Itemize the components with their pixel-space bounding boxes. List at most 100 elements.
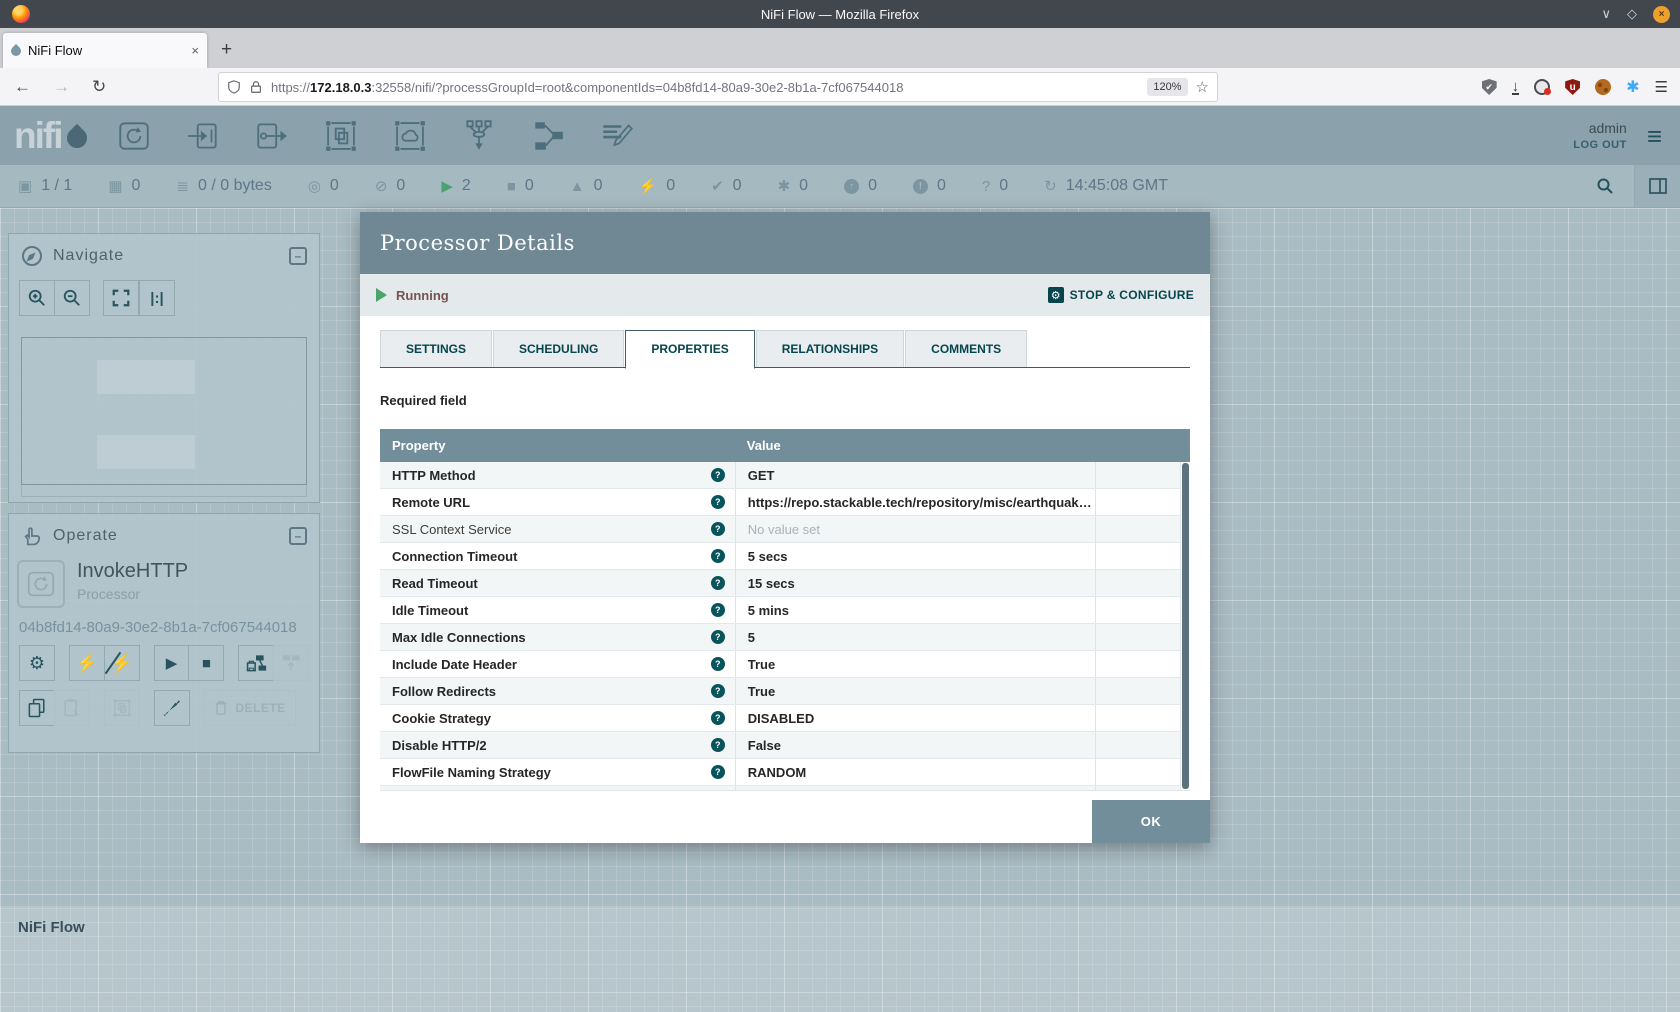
- table-row: Include Date Header? True: [380, 651, 1190, 678]
- processor-icon[interactable]: [109, 115, 159, 157]
- new-tab-button[interactable]: +: [221, 39, 232, 61]
- up-to-date-icon: ✔: [711, 177, 724, 195]
- navigate-panel: Navigate – |:|: [8, 233, 320, 503]
- help-icon[interactable]: ?: [711, 738, 725, 752]
- refresh-icon[interactable]: ↻: [1044, 177, 1057, 195]
- help-icon[interactable]: ?: [711, 657, 725, 671]
- tracking-shield-icon[interactable]: [227, 80, 241, 94]
- global-menu-icon[interactable]: ≡: [1647, 126, 1662, 146]
- url-bar[interactable]: https://172.18.0.3:32558/nifi/?processGr…: [218, 72, 1218, 102]
- zoom-in-button[interactable]: [19, 280, 55, 316]
- ublock-extension-icon[interactable]: u: [1565, 79, 1580, 95]
- queue-icon: ≣: [176, 177, 189, 195]
- help-icon[interactable]: ?: [711, 603, 725, 617]
- status-connected-nodes: ▣1 / 1: [18, 177, 72, 195]
- tab-close-icon[interactable]: ×: [191, 43, 199, 58]
- label-icon[interactable]: [592, 115, 642, 157]
- table-row: HTTP Method? GET: [380, 462, 1190, 489]
- status-not-transmitting: ⊘0: [375, 177, 405, 195]
- operate-collapse-button[interactable]: –: [289, 527, 307, 545]
- help-icon[interactable]: ?: [711, 684, 725, 698]
- tab-properties[interactable]: PROPERTIES: [625, 330, 754, 369]
- help-icon[interactable]: ?: [711, 630, 725, 644]
- browser-tab[interactable]: NiFi Flow ×: [3, 33, 207, 68]
- window-shade-icon[interactable]: ∨: [1601, 6, 1611, 22]
- stop-button[interactable]: ■: [188, 645, 224, 681]
- dialog-status-bar: Running ⚙ STOP & CONFIGURE: [360, 274, 1210, 316]
- component-toolbar: [109, 115, 642, 157]
- group-button[interactable]: [104, 690, 140, 726]
- funnel-icon[interactable]: [454, 115, 504, 157]
- cookie-extension-icon[interactable]: [1595, 79, 1611, 95]
- browser-menu-icon[interactable]: ☰: [1655, 78, 1668, 96]
- template-icon[interactable]: [523, 115, 573, 157]
- tab-settings[interactable]: SETTINGS: [380, 330, 492, 367]
- birdseye-minimap[interactable]: [21, 337, 307, 485]
- nifi-logo: nifi: [14, 115, 87, 157]
- logout-link[interactable]: LOG OUT: [1573, 139, 1627, 151]
- downloads-icon[interactable]: ↓: [1512, 80, 1520, 95]
- nifi-header: nifi: [0, 106, 1680, 165]
- start-button[interactable]: ▶: [154, 645, 190, 681]
- process-group-icon[interactable]: [316, 115, 366, 157]
- nifi-favicon-icon: [9, 43, 23, 57]
- invalid-icon: ▲: [570, 178, 585, 195]
- upload-template-button[interactable]: [273, 645, 309, 681]
- compass-icon: [21, 245, 43, 267]
- window-close-button[interactable]: ×: [1653, 6, 1670, 23]
- reload-button[interactable]: ↻: [92, 77, 106, 97]
- window-maximize-icon[interactable]: ◇: [1627, 6, 1637, 22]
- table-scrollbar[interactable]: [1180, 462, 1190, 790]
- threads-icon: ▦: [108, 177, 122, 195]
- configure-button[interactable]: ⚙: [19, 645, 55, 681]
- nifi-drop-icon: [63, 123, 91, 151]
- connection-lock-icon[interactable]: [249, 80, 263, 94]
- containers-extension-icon[interactable]: [1534, 79, 1550, 95]
- bookmark-star-icon[interactable]: ☆: [1196, 78, 1209, 96]
- disable-button[interactable]: ⚡: [104, 645, 140, 681]
- tab-relationships[interactable]: RELATIONSHIPS: [756, 330, 904, 367]
- help-icon[interactable]: ?: [711, 549, 725, 563]
- status-queued: ≣0 / 0 bytes: [176, 177, 271, 195]
- help-icon[interactable]: ?: [711, 576, 725, 590]
- search-icon[interactable]: [1596, 177, 1614, 195]
- table-row: Cookie Strategy? DISABLED: [380, 705, 1190, 732]
- colorful-extension-icon[interactable]: ✱: [1626, 77, 1639, 97]
- modified-stale-icon: !: [913, 179, 928, 194]
- tab-comments[interactable]: COMMENTS: [905, 330, 1027, 367]
- copy-button[interactable]: [19, 690, 55, 726]
- enable-button[interactable]: ⚡: [69, 645, 105, 681]
- remote-process-group-icon[interactable]: [385, 115, 435, 157]
- zoom-fit-button[interactable]: [103, 280, 139, 316]
- help-icon[interactable]: ?: [711, 522, 725, 536]
- breadcrumb[interactable]: NiFi Flow: [0, 906, 1680, 936]
- stop-and-configure-button[interactable]: ⚙ STOP & CONFIGURE: [1048, 287, 1194, 303]
- status-invalid: ▲0: [570, 177, 603, 195]
- help-icon[interactable]: ?: [711, 711, 725, 725]
- pocket-shield-icon[interactable]: ✔: [1482, 79, 1497, 95]
- zoom-out-button[interactable]: [54, 280, 90, 316]
- output-port-icon[interactable]: [247, 115, 297, 157]
- delete-button[interactable]: DELETE: [204, 690, 296, 726]
- input-port-icon[interactable]: [178, 115, 228, 157]
- help-icon[interactable]: ?: [711, 495, 725, 509]
- page-zoom-button[interactable]: 120%: [1147, 78, 1187, 96]
- help-icon[interactable]: ?: [711, 765, 725, 779]
- navigate-collapse-button[interactable]: –: [289, 247, 307, 265]
- back-button[interactable]: ←: [14, 77, 31, 97]
- ok-button[interactable]: OK: [1092, 800, 1210, 843]
- panel-toggle-button[interactable]: [1634, 165, 1680, 207]
- fill-color-button[interactable]: [154, 690, 190, 726]
- forward-button[interactable]: →: [53, 77, 70, 97]
- status-sync-failure: ?0: [982, 177, 1008, 195]
- scrollbar-thumb[interactable]: [1182, 463, 1189, 789]
- url-text[interactable]: https://172.18.0.3:32558/nifi/?processGr…: [271, 80, 1139, 95]
- operate-title: Operate: [53, 527, 118, 545]
- tab-scheduling[interactable]: SCHEDULING: [493, 330, 624, 367]
- create-template-button[interactable]: [238, 645, 274, 681]
- help-icon[interactable]: ?: [711, 468, 725, 482]
- table-row: Idle Timeout? 5 mins: [380, 597, 1190, 624]
- firefox-logo-icon: [12, 5, 30, 23]
- zoom-actual-size-button[interactable]: |:|: [139, 280, 175, 316]
- paste-button[interactable]: [54, 690, 90, 726]
